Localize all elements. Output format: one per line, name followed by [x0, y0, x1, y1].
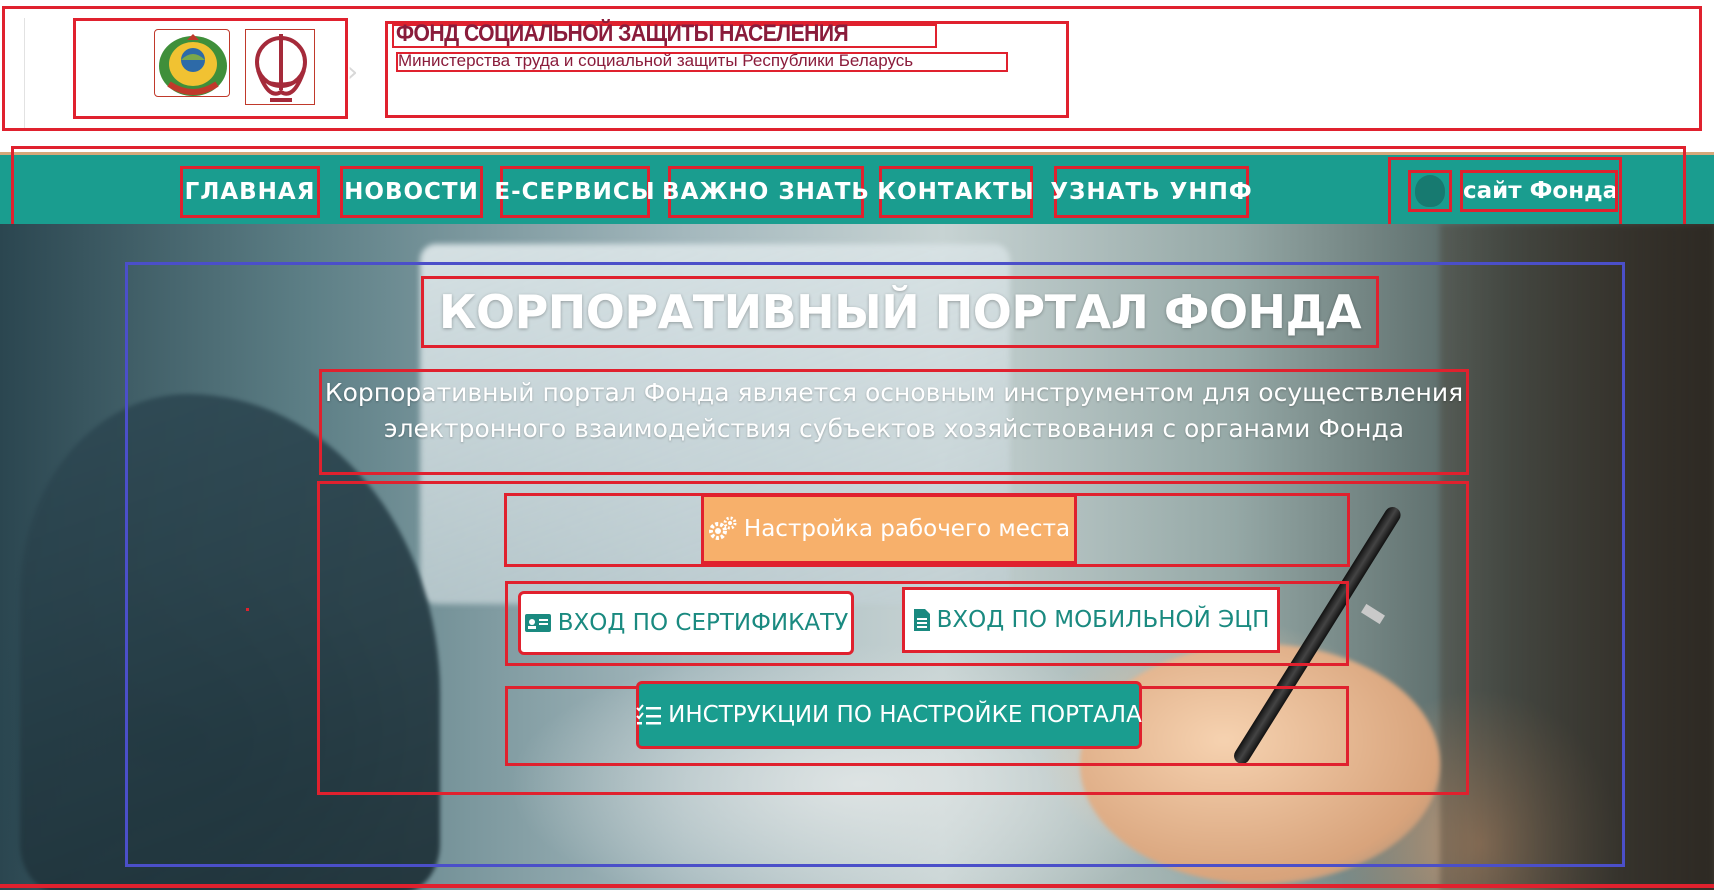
checklist-icon [636, 704, 662, 726]
site-header: › ФОНД СОЦИАЛЬНОЙ ЗАЩИТЫ НАСЕЛЕНИЯ Минис… [0, 0, 1714, 148]
hero-description: Корпоративный портал Фонда является осно… [319, 369, 1469, 475]
org-subtitle: Министерства труда и социальной защиты Р… [398, 51, 914, 70]
nav-item-unpf[interactable]: УЗНАТЬ УНПФ [1050, 166, 1252, 218]
gears-icon [708, 516, 738, 542]
hero-title: КОРПОРАТИВНЫЙ ПОРТАЛ ФОНДА [421, 276, 1379, 348]
annotation-dot [246, 608, 249, 611]
certificate-login-button[interactable]: ВХОД ПО СЕРТИФИКАТУ [518, 591, 854, 655]
fund-site-link[interactable]: сайт Фонда [1460, 170, 1618, 212]
setup-workplace-label: Настройка рабочего места [743, 516, 1071, 542]
id-card-icon [524, 612, 552, 634]
nav-item-news[interactable]: НОВОСТИ [340, 166, 483, 218]
chevron-right-icon: › [347, 55, 359, 88]
nav-item-e-services[interactable]: Е-СЕРВИСЫ [494, 166, 655, 218]
org-title[interactable]: ФОНД СОЦИАЛЬНОЙ ЗАЩИТЫ НАСЕЛЕНИЯ [396, 20, 849, 48]
portal-instructions-button[interactable]: ИНСТРУКЦИИ ПО НАСТРОЙКЕ ПОРТАЛА [636, 681, 1142, 749]
document-icon [913, 608, 931, 632]
setup-workplace-button[interactable]: Настройка рабочего места [701, 494, 1077, 564]
fund-logo-icon[interactable] [245, 29, 315, 105]
bottom-border [0, 884, 1714, 888]
nav-item-important[interactable]: ВАЖНО ЗНАТЬ [662, 166, 869, 218]
state-emblem-icon[interactable] [154, 29, 230, 97]
certificate-login-label: ВХОД ПО СЕРТИФИКАТУ [557, 610, 849, 636]
nav-item-home[interactable]: ГЛАВНАЯ [180, 166, 320, 218]
mobile-signature-login-button[interactable]: ВХОД ПО МОБИЛЬНОЙ ЭЦП [902, 587, 1280, 653]
nav-item-contacts[interactable]: КОНТАКТЫ [877, 166, 1034, 218]
portal-instructions-label: ИНСТРУКЦИИ ПО НАСТРОЙКЕ ПОРТАЛА [668, 702, 1142, 728]
mobile-signature-login-label: ВХОД ПО МОБИЛЬНОЙ ЭЦП [936, 607, 1270, 633]
fund-drop-icon[interactable] [1408, 170, 1452, 212]
